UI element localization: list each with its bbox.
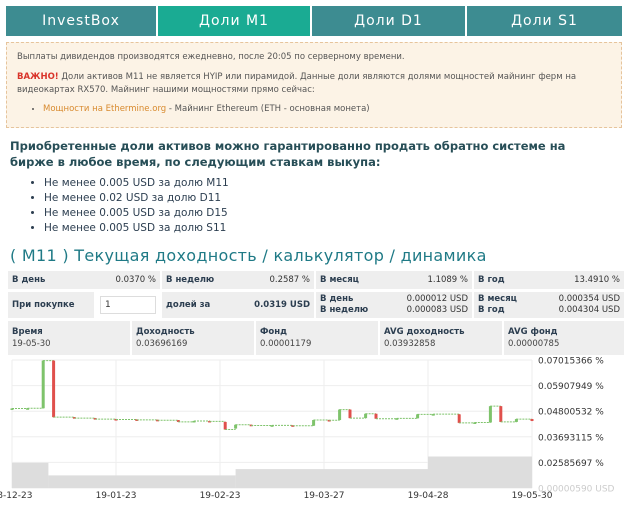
info-yield-label: Доходность xyxy=(136,327,195,337)
tab-investbox[interactable]: InvestBox xyxy=(6,6,158,36)
mining-list: Мощности на Ethermine.org - Майнинг Ethe… xyxy=(17,103,611,116)
yield-day: В день 0.0370 % xyxy=(8,271,162,289)
yield-day-value: 0.0370 % xyxy=(115,275,156,285)
candle-body xyxy=(457,414,461,423)
info-fund-label: Фонд xyxy=(260,327,288,337)
info-avg-fund-label: AVG фонд xyxy=(508,327,558,337)
shares-quantity-input[interactable] xyxy=(100,296,156,314)
y-tick-label: 0.04800532 % xyxy=(538,408,604,418)
volume-bar xyxy=(48,475,236,488)
warning-label: ВАЖНО! xyxy=(17,72,59,82)
calc-day-value: 0.000012 USD xyxy=(406,294,468,304)
rate-item-d11: Не менее 0.02 USD за долю D11 xyxy=(44,191,229,206)
yield-day-label: В день xyxy=(12,275,46,285)
info-time: Время 19-05-30 xyxy=(8,321,132,355)
calc-year-label: В год xyxy=(478,305,505,315)
yield-month: В месяц 1.1089 % xyxy=(316,271,474,289)
candle-body xyxy=(312,420,316,426)
yield-week-value: 0.2587 % xyxy=(269,275,310,285)
ethermine-description: - Майнинг Ethereum (ETH - основная монет… xyxy=(166,104,370,114)
info-row: Время 19-05-30 Доходность 0.03696169 Фон… xyxy=(8,321,624,355)
warning-text: ВАЖНО! Доли активов M11 не является HYIP… xyxy=(17,71,611,97)
rate-item-d15: Не менее 0.005 USD за долю D15 xyxy=(44,206,229,221)
tab-shares-m1[interactable]: Доли M1 xyxy=(158,6,312,36)
candle-body xyxy=(234,424,238,429)
candle-body xyxy=(41,360,45,409)
calc-year-value: 0.004304 USD xyxy=(558,305,620,315)
y-tick-label: 0.05907949 % xyxy=(538,382,604,392)
buy-label-cell: При покупке xyxy=(8,292,96,318)
info-avg-yield-label: AVG доходность xyxy=(384,327,465,337)
candle-body xyxy=(223,421,227,430)
volume-bar xyxy=(235,469,428,488)
buyback-rates-list: Не менее 0.005 USD за долю M11 Не менее … xyxy=(28,176,229,236)
info-avg-fund-value: 0.00000785 xyxy=(508,339,560,349)
mining-list-item: Мощности на Ethermine.org - Майнинг Ethe… xyxy=(43,103,611,116)
dividend-notice: Выплаты дивидендов производятся ежедневн… xyxy=(17,52,405,62)
candle-body xyxy=(416,414,420,419)
buy-label: При покупке xyxy=(12,300,75,310)
info-fund-value: 0.00001179 xyxy=(260,339,312,349)
x-tick-label: 19-02-23 xyxy=(200,491,241,501)
volume-bar xyxy=(428,456,532,488)
y-tick-label: 0.03693115 % xyxy=(538,433,604,443)
calc-day-label: В день xyxy=(320,294,354,304)
candle-body xyxy=(488,406,492,423)
calc-month-value: 0.000354 USD xyxy=(558,294,620,304)
tab-shares-d1[interactable]: Доли D1 xyxy=(312,6,467,36)
qty-cell xyxy=(96,292,162,318)
yield-week: В неделю 0.2587 % xyxy=(162,271,316,289)
yield-row: В день 0.0370 % В неделю 0.2587 % В меся… xyxy=(8,271,624,289)
rate-item-s11: Не менее 0.005 USD за долю S11 xyxy=(44,221,229,236)
info-fund: Фонд 0.00001179 xyxy=(256,321,380,355)
info-avg-yield: AVG доходность 0.03932858 xyxy=(380,321,504,355)
yield-chart: 0.07015366 % 0.05907949 % 0.04800532 % 0.03… xyxy=(0,357,615,502)
x-tick-label: 19-03-27 xyxy=(304,491,345,501)
info-time-label: Время xyxy=(12,327,43,337)
y-tick-label: 0.07015366 % xyxy=(538,357,604,367)
candle-body xyxy=(374,413,378,419)
yield-month-label: В месяц xyxy=(320,275,359,285)
yield-year: В год 13.4910 % xyxy=(474,271,624,289)
candle-body xyxy=(364,413,368,419)
candle-body xyxy=(530,419,534,421)
yield-month-value: 1.1089 % xyxy=(427,275,468,285)
yield-year-value: 13.4910 % xyxy=(574,275,620,285)
info-avg-fund: AVG фонд 0.00000785 xyxy=(504,321,624,355)
candle-body xyxy=(52,360,56,418)
candle-body xyxy=(348,409,352,419)
yield-year-label: В год xyxy=(478,275,505,285)
buyback-heading: Приобретенные доли активов можно гаранти… xyxy=(10,139,566,169)
calc-month-label: В месяц xyxy=(478,294,517,304)
warning-body: Доли активов M11 не является HYIP или пи… xyxy=(17,72,577,95)
notice-box: Выплаты дивидендов производятся ежедневн… xyxy=(6,42,622,128)
x-tick-label: 19-05-30 xyxy=(512,491,553,501)
y-tick-label: 0.02585697 % xyxy=(538,459,604,469)
info-yield-value: 0.03696169 xyxy=(136,339,188,349)
candle-body xyxy=(338,409,342,421)
price-cell: долей за 0.0319 USD xyxy=(162,292,316,318)
info-time-value: 19-05-30 xyxy=(12,339,51,349)
volume-bar xyxy=(12,462,49,488)
info-avg-yield-value: 0.03932858 xyxy=(384,339,436,349)
candle-body xyxy=(499,406,503,422)
calc-day-week: В день 0.000012 USD В неделю 0.000083 USD xyxy=(316,292,474,318)
price-value: 0.0319 USD xyxy=(254,300,310,310)
x-tick-label: 18-12-23 xyxy=(0,491,32,501)
calc-month-year: В месяц 0.000354 USD В год 0.004304 USD xyxy=(474,292,624,318)
calculator-row: При покупке долей за 0.0319 USD В день 0.… xyxy=(8,292,624,318)
info-yield: Доходность 0.03696169 xyxy=(132,321,256,355)
tab-bar: InvestBox Доли M1 Доли D1 Доли S1 xyxy=(6,6,622,36)
section-title: ( M11 ) Текущая доходность / калькулятор… xyxy=(10,246,487,265)
x-tick-label: 19-01-23 xyxy=(96,491,137,501)
rate-item-m11: Не менее 0.005 USD за долю M11 xyxy=(44,176,229,191)
ethermine-link[interactable]: Мощности на Ethermine.org xyxy=(43,104,166,114)
calc-week-value: 0.000083 USD xyxy=(406,305,468,315)
yield-week-label: В неделю xyxy=(166,275,215,285)
shares-for-label: долей за xyxy=(166,300,211,310)
tab-shares-s1[interactable]: Доли S1 xyxy=(467,6,622,36)
calc-week-label: В неделю xyxy=(320,305,369,315)
x-tick-label: 19-04-28 xyxy=(408,491,449,501)
